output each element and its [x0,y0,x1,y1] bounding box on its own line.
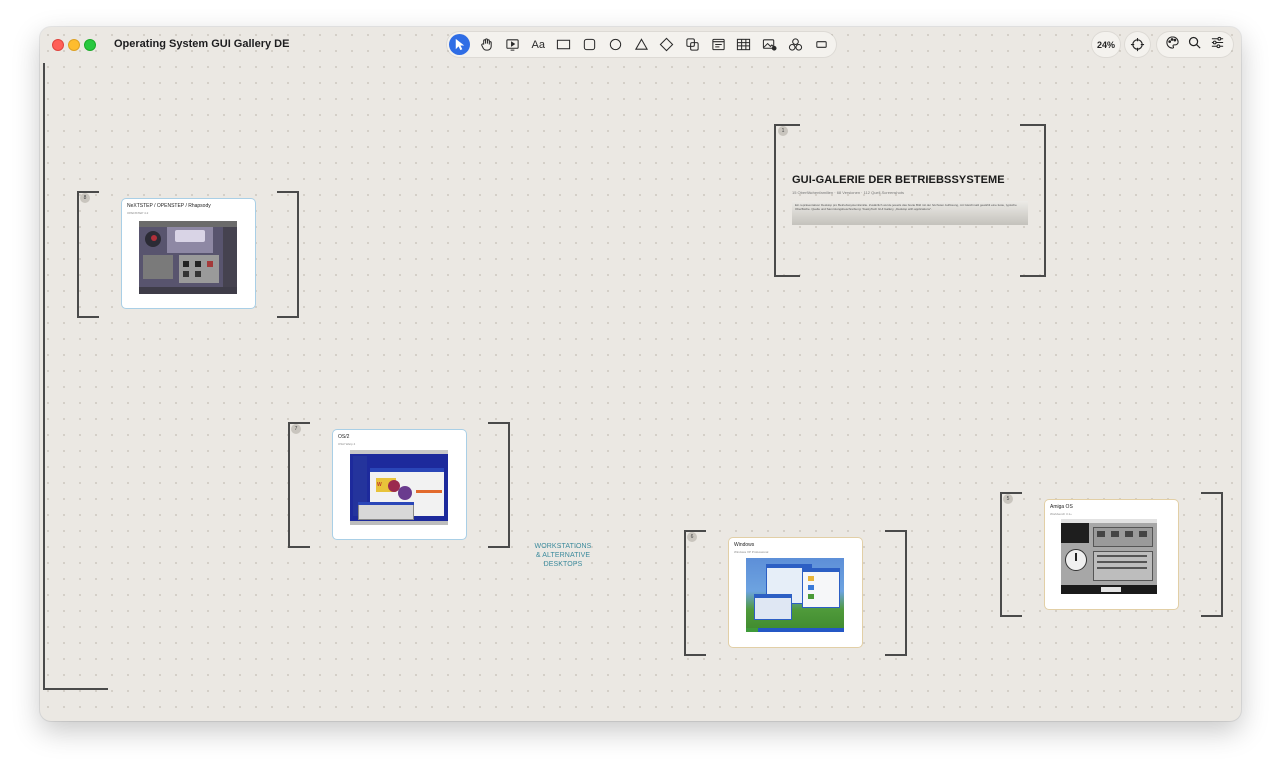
frame-8-bracket-left [77,191,99,318]
triangle-icon [634,38,648,50]
frame-5-bracket-left [1000,492,1022,617]
frame-5-number-badge: 5 [1003,494,1013,504]
ellipse-tool[interactable] [603,34,629,55]
windows-card-title: Windows [734,542,755,548]
frame-7-bracket-right [488,422,510,548]
nextstep-screenshot [139,221,237,294]
text-tool-label: Aa [531,38,545,51]
nextstep-card-subtitle: OPENSTEP 4.2 [127,211,149,215]
palette-button[interactable] [1165,35,1180,55]
circle-icon [609,38,622,51]
hand-tool[interactable] [474,34,500,55]
diamond-tool[interactable] [654,34,680,55]
app-window: Operating System GUI Gallery DE Aa 24% 1… [40,27,1241,721]
components-tool[interactable] [783,34,809,55]
gallery-title: GUI-GALERIE DER BETRIEBSSYSTEME [792,174,1005,186]
table-tool[interactable] [731,34,757,55]
os2-card[interactable]: OS/2 OS/2 Warp 4 W [333,430,466,539]
select-tool[interactable] [449,34,470,55]
amiga-screenshot [1061,519,1157,594]
window-title: Operating System GUI Gallery DE [114,38,290,50]
rounded-rectangle-icon [584,38,596,51]
section-label-workstations[interactable]: WORKSTATIONS & ALTERNATIVE DESKTOPS [525,542,601,569]
view-options-group [1157,32,1233,57]
frame-icon [815,41,827,48]
search-icon [1189,36,1202,49]
rounded-rectangle-tool[interactable] [577,34,603,55]
windows-screenshot [746,558,844,632]
components-icon [788,38,803,51]
minimize-window-button[interactable] [68,39,80,51]
amiga-card-subtitle: Workbench 3.1+ [1050,512,1072,516]
table-icon [737,38,751,51]
frame-6-number-badge: 6 [687,532,697,542]
section-label-line-2: & ALTERNATIVE [535,552,591,559]
diamond-icon [660,37,674,52]
section-label-line-3: DESKTOPS [543,561,583,568]
sliders-icon [1212,36,1224,48]
palette-icon [1166,35,1179,49]
note-icon [712,38,725,51]
gallery-description: Ein repräsentativer Desktop pro Betriebs… [792,201,1028,225]
frame-1-number-badge: 1 [778,126,788,136]
recenter-button[interactable] [1125,32,1150,57]
text-tool[interactable]: Aa [525,34,551,55]
hand-icon [481,38,492,51]
rectangle-icon [557,39,571,50]
frame-6-bracket-right [885,530,907,656]
close-window-button[interactable] [52,39,64,51]
rectangle-tool[interactable] [551,34,577,55]
presentation-tool[interactable] [500,34,526,55]
frame-tool[interactable] [808,34,834,55]
frame-7-bracket-left [288,422,310,548]
shapes-tool[interactable] [680,34,706,55]
arrow-pointer-icon [455,38,465,51]
crosshair-icon [1130,37,1145,52]
gallery-subtitle: 15 Oberflächenfamilien · 68 Versionen · … [792,190,904,195]
image-add-icon [763,39,777,51]
section-label-line-1: WORKSTATIONS [534,543,592,550]
amiga-card[interactable]: Amiga OS Workbench 3.1+ [1045,500,1178,609]
play-frame-icon [506,39,519,51]
os2-card-subtitle: OS/2 Warp 4 [338,442,356,446]
zoom-window-button[interactable] [84,39,96,51]
nextstep-card-title: NeXTSTEP / OPENSTEP / Rhapsody [127,203,211,209]
os2-screenshot: W [350,450,448,525]
title-card[interactable]: GUI-GALERIE DER BETRIEBSSYSTEME 15 Oberf… [792,174,1028,225]
amiga-card-title: Amiga OS [1050,504,1073,510]
nextstep-card[interactable]: NeXTSTEP / OPENSTEP / Rhapsody OPENSTEP … [122,199,255,308]
search-button[interactable] [1187,35,1202,55]
section-bracket [43,63,108,690]
settings-button[interactable] [1210,35,1225,55]
frame-8-number-badge: 8 [80,193,90,203]
overlapping-shapes-icon [686,38,699,51]
frame-7-number-badge: 7 [291,424,301,434]
image-tool[interactable] [757,34,783,55]
windows-card-subtitle: Windows XP Professional [734,550,769,554]
frame-8-bracket-right [277,191,299,318]
frame-6-bracket-left [684,530,706,656]
frame-5-bracket-right [1201,492,1223,617]
note-tool[interactable] [705,34,731,55]
os2-card-title: OS/2 [338,434,350,440]
windows-card[interactable]: Windows Windows XP Professional [729,538,862,647]
triangle-tool[interactable] [628,34,654,55]
tool-palette: Aa [447,32,836,57]
zoom-level-button[interactable]: 24% [1092,32,1120,57]
